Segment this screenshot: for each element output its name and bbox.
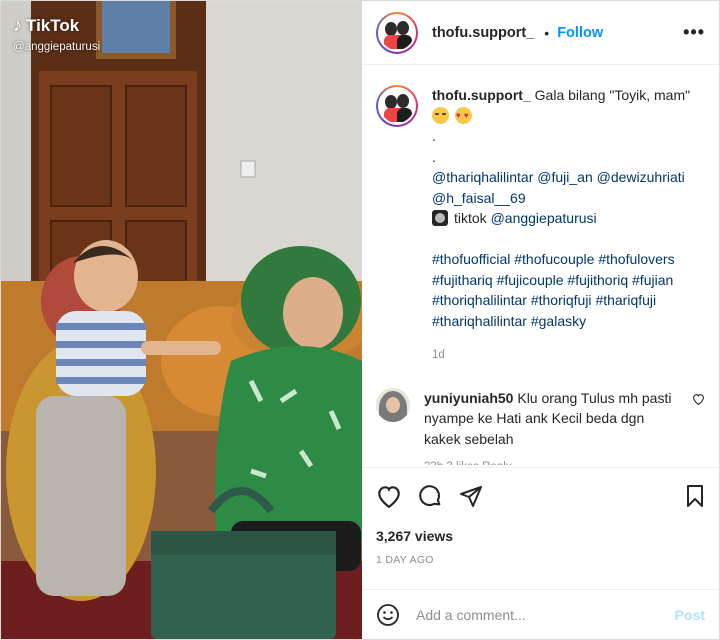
caption-mentions: @thariqhalilintar @fuji_an @dewizuhriati… (432, 167, 702, 208)
mention-link[interactable]: @h_faisal__69 (432, 190, 526, 206)
author-username[interactable]: thofu.support_ (432, 25, 534, 41)
action-bar (376, 482, 705, 510)
separator-dot: • (544, 24, 550, 41)
hashtag-link[interactable]: #thofuofficial (432, 251, 510, 267)
caption-tiktok-credit: tiktok @anggiepaturusi (432, 208, 702, 229)
mention-link[interactable]: @thariqhalilintar (432, 169, 533, 185)
share-paper-plane-icon[interactable] (459, 484, 483, 508)
caption-text: Gala bilang "Toyik, mam" (534, 87, 691, 103)
pensive-face-emoji-icon (432, 106, 449, 124)
avatar-image (378, 87, 416, 125)
mention-link[interactable]: @anggiepaturusi (491, 210, 597, 226)
hashtag-link[interactable]: #fujithoriq (567, 272, 628, 288)
hashtag-link[interactable]: #thofucouple (514, 251, 594, 267)
commenter-avatar[interactable] (376, 387, 410, 422)
avatar-image (378, 13, 416, 52)
comment-item: yuniyuniah50 Klu orang Tulus mh pasti ny… (376, 387, 705, 466)
post-header: thofu.support_ • Follow ••• (362, 1, 719, 65)
video-frame (1, 1, 362, 639)
caption-author-avatar[interactable] (376, 85, 418, 127)
comment-body: yuniyuniah50 Klu orang Tulus mh pasti ny… (424, 388, 674, 466)
comments-list[interactable]: thofu.support_ Gala bilang "Toyik, mam" … (362, 65, 719, 467)
commenter-username[interactable]: yuniyuniah50 (424, 390, 513, 406)
hashtag-link[interactable]: #galasky (531, 313, 586, 329)
tiktok-label: tiktok (454, 210, 487, 226)
add-comment-bar: Post (362, 589, 719, 639)
post-video[interactable]: ♪ TikTok @anggiepaturusi (1, 1, 362, 639)
hashtag-link[interactable]: #thariqhalilintar (432, 313, 527, 329)
caption-emojis (432, 106, 702, 126)
caption-first-line: thofu.support_ Gala bilang "Toyik, mam" (432, 85, 702, 106)
film-icon (432, 210, 448, 226)
comment-like-heart-icon[interactable] (692, 388, 705, 466)
caption-dot-line: . (432, 148, 436, 165)
hashtag-link[interactable]: #thofulovers (598, 251, 674, 267)
hashtag-link[interactable]: #fujithariq (432, 272, 493, 288)
mention-link[interactable]: @fuji_an (537, 169, 592, 185)
tiktok-icon: ♪ (13, 15, 22, 35)
view-count[interactable]: 3,267 views (376, 528, 705, 544)
caption-age[interactable]: 1d (432, 345, 702, 366)
comment-meta: 23h 3 likes Reply (424, 457, 674, 465)
caption-dot-line: . (432, 128, 436, 144)
hashtag-link[interactable]: #thoriqfuji (531, 292, 592, 308)
follow-button[interactable]: Follow (557, 25, 603, 41)
hashtag-link[interactable]: #fujian (632, 272, 673, 288)
heart-eyes-emoji-icon (454, 106, 472, 126)
hashtag-link[interactable]: #fujicouple (497, 272, 564, 288)
comment-bubble-icon[interactable] (418, 484, 443, 509)
more-options-icon[interactable]: ••• (683, 22, 705, 43)
tiktok-watermark-handle: @anggiepaturusi (13, 41, 101, 53)
post-side-panel: thofu.support_ • Follow ••• thofu.suppor… (362, 1, 719, 639)
caption-username[interactable]: thofu.support_ (432, 87, 531, 103)
caption-body: thofu.support_ Gala bilang "Toyik, mam" … (432, 85, 702, 366)
mention-link[interactable]: @dewizuhriati (597, 169, 685, 185)
like-heart-icon[interactable] (376, 484, 402, 508)
emoji-smiley-icon[interactable] (376, 603, 400, 627)
caption-hashtags: #thofuofficial #thofucouple #thofulovers… (432, 249, 702, 331)
save-bookmark-icon[interactable] (685, 484, 705, 508)
instagram-post-view: ♪ TikTok @anggiepaturusi thofu.support_ … (0, 0, 720, 640)
post-timestamp[interactable]: 1 DAY AGO (376, 554, 705, 566)
post-caption: thofu.support_ Gala bilang "Toyik, mam" … (376, 85, 705, 366)
author-avatar[interactable] (376, 11, 418, 54)
tiktok-watermark: ♪ TikTok (13, 15, 80, 35)
hashtag-link[interactable]: #thariqfuji (595, 292, 656, 308)
post-comment-button[interactable]: Post (675, 607, 705, 623)
hashtag-link[interactable]: #thoriqhalilintar (432, 292, 527, 308)
comment-input[interactable] (416, 606, 675, 623)
post-actions-area: 3,267 views 1 DAY AGO (362, 467, 719, 592)
